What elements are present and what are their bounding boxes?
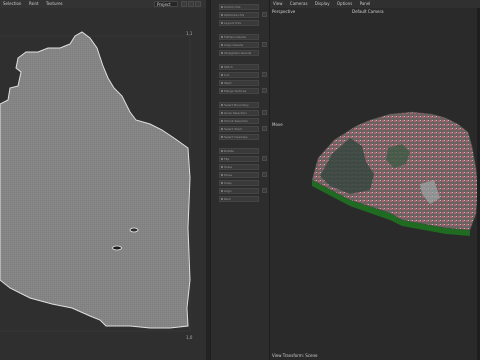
tool-button[interactable]: Layout UVs — [219, 20, 259, 26]
tool-icon — [221, 166, 223, 168]
tool-options-checkbox[interactable] — [262, 72, 267, 77]
tool-button[interactable]: Straighten Islands — [219, 50, 259, 56]
city-model[interactable] — [270, 8, 480, 360]
uv-hole-lower — [112, 245, 122, 251]
tool-icon — [221, 6, 223, 8]
tool-label: Weld — [224, 81, 232, 85]
tool-button[interactable]: Move — [219, 172, 259, 178]
uv-island-shell[interactable] — [0, 31, 191, 329]
tool-button[interactable]: Select Shell — [219, 126, 259, 132]
tool-button[interactable]: Align Islands — [219, 42, 259, 48]
menu-paint[interactable]: Paint — [26, 0, 42, 8]
tool-icon — [221, 52, 223, 54]
tool-label: Pack — [224, 197, 231, 201]
tool-label: Shrink Selection — [224, 119, 249, 123]
tool-button[interactable]: Select Boundary — [219, 102, 259, 108]
tool-button[interactable]: Unfold UVs — [219, 4, 259, 10]
tool-icon — [221, 150, 223, 152]
tool-button[interactable]: Cut — [219, 72, 259, 78]
tool-label: Merge Vertices — [224, 89, 247, 93]
tool-button[interactable]: Optimize UVs — [219, 12, 259, 18]
tool-label: Optimize UVs — [224, 13, 245, 17]
tool-button[interactable]: Snap — [219, 180, 259, 186]
tool-icon — [221, 182, 223, 184]
uv-corner-bottom-right: 1,0 — [186, 335, 193, 340]
tool-options-checkbox[interactable] — [262, 188, 267, 193]
tool-button[interactable]: Grow Selection — [219, 110, 259, 116]
grid-icon[interactable] — [188, 1, 194, 7]
tool-label: Grow Selection — [224, 111, 247, 115]
uv-corner-top-right: 1,1 — [186, 31, 193, 36]
tool-label: Straighten Islands — [224, 51, 252, 55]
tool-label: Align Islands — [224, 43, 243, 47]
tool-label: Move — [224, 173, 233, 177]
uv-editor-menu: Selection Paint Textures — [0, 0, 210, 8]
tool-button[interactable]: Merge Vertices — [219, 88, 259, 94]
tool-icon — [221, 82, 223, 84]
menu-view[interactable]: View — [270, 0, 286, 8]
tool-icon — [221, 90, 223, 92]
tool-label: Flatten Islands — [224, 35, 246, 39]
tool-label: Cut — [224, 73, 230, 77]
tool-label: Rotate — [224, 149, 234, 153]
tool-icon — [221, 74, 223, 76]
tool-button[interactable]: Shrink Selection — [219, 118, 259, 124]
tool-button[interactable]: Rotate — [219, 148, 259, 154]
tool-label: Align — [224, 189, 232, 193]
tool-icon — [221, 14, 223, 16]
menu-selection[interactable]: Selection — [0, 0, 24, 8]
uv-hole-upper — [129, 227, 139, 233]
tool-button[interactable]: Pack — [219, 196, 259, 202]
tool-icon — [221, 120, 223, 122]
tool-options-checkbox[interactable] — [262, 172, 267, 177]
menu-display[interactable]: Display — [312, 0, 333, 8]
menu-cameras[interactable]: Cameras — [287, 0, 311, 8]
tool-label: Snap — [224, 181, 232, 185]
viewport-menu: View Cameras Display Options Panel — [270, 0, 480, 8]
settings-icon[interactable] — [195, 1, 201, 7]
tool-label: Select Overlaps — [224, 135, 248, 139]
tool-button[interactable]: Flip — [219, 156, 259, 162]
tool-icon — [221, 44, 223, 46]
tool-icon — [221, 136, 223, 138]
tool-options-checkbox[interactable] — [262, 156, 267, 161]
tool-label: Layout UVs — [224, 21, 241, 25]
tool-label: Select Boundary — [224, 103, 249, 107]
tool-options-checkbox[interactable] — [262, 12, 267, 17]
tool-icon — [221, 190, 223, 192]
menu-textures[interactable]: Textures — [43, 0, 66, 8]
tool-label: Stitch — [224, 65, 233, 69]
menu-panel[interactable]: Panel — [357, 0, 374, 8]
tool-button[interactable]: Scale — [219, 164, 259, 170]
tool-options-checkbox[interactable] — [262, 42, 267, 47]
tool-label: Flip — [224, 157, 230, 161]
tool-icon — [221, 112, 223, 114]
uv-toolkit-panel: Unfold UVs Optimize UVs Layout UVs Flatten … — [210, 0, 270, 360]
tool-icon — [221, 104, 223, 106]
toggle-icon[interactable] — [181, 1, 187, 7]
tool-label: Scale — [224, 165, 233, 169]
tool-button[interactable]: Stitch — [219, 64, 259, 70]
tool-options-checkbox[interactable] — [262, 110, 267, 115]
tool-icon — [221, 36, 223, 38]
tool-icon — [221, 128, 223, 130]
tool-button[interactable]: Flatten Islands — [219, 34, 259, 40]
tool-icon — [221, 174, 223, 176]
tool-button[interactable]: Align — [219, 188, 259, 194]
tool-icon — [221, 22, 223, 24]
tool-icon — [221, 158, 223, 160]
tool-icon — [221, 198, 223, 200]
tool-options-checkbox[interactable] — [262, 126, 267, 131]
menu-options[interactable]: Options — [334, 0, 355, 8]
tool-label: Select Shell — [224, 127, 242, 131]
tool-options-checkbox[interactable] — [262, 88, 267, 93]
tool-icon — [221, 66, 223, 68]
tool-label: Unfold UVs — [224, 5, 241, 9]
uv-canvas[interactable]: 1,1 1,0 — [0, 8, 206, 360]
tool-button[interactable]: Weld — [219, 80, 259, 86]
project-select[interactable]: Project — [154, 1, 178, 7]
tool-button[interactable]: Select Overlaps — [219, 134, 259, 140]
